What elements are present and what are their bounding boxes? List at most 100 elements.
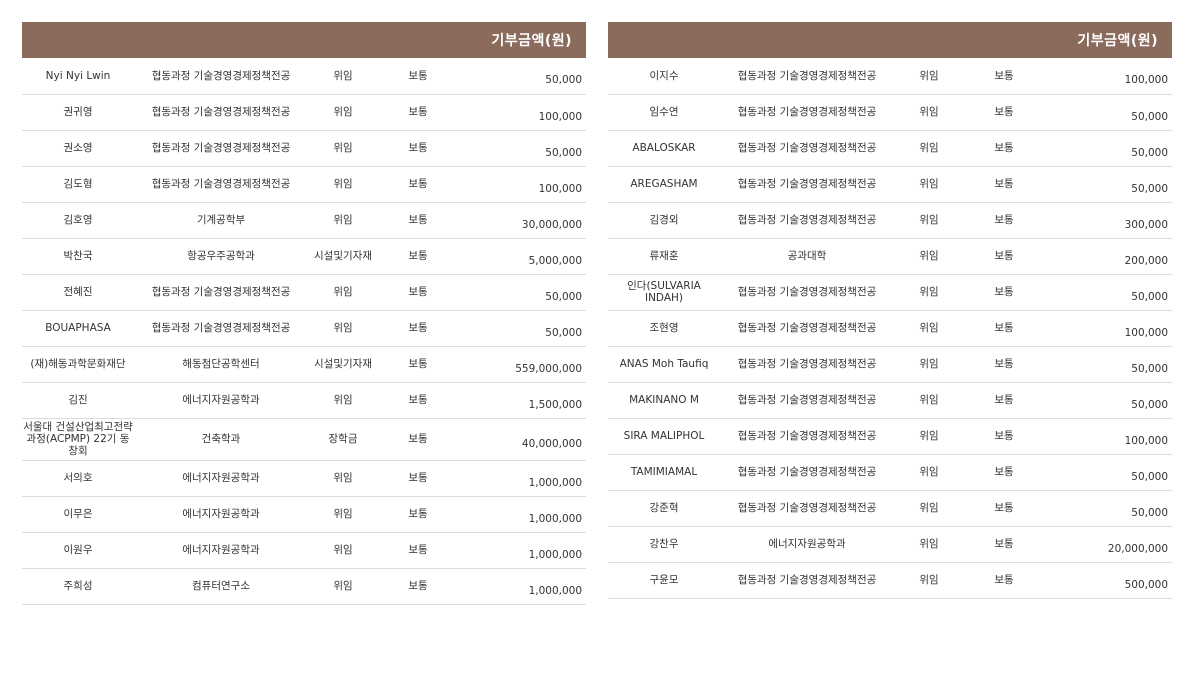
type-cell: 보통 <box>964 346 1044 383</box>
table-row: 임수연 협동과정 기술경영경제정책전공 위임 보통 50,000 <box>608 94 1173 131</box>
donor-name-cell: 구윤모 <box>608 562 720 599</box>
type-cell: 보통 <box>378 202 458 239</box>
type-cell: 보통 <box>964 526 1044 563</box>
donor-name-cell: Nyi Nyi Lwin <box>22 58 134 95</box>
department-cell: 협동과정 기술경영경제정책전공 <box>720 130 894 167</box>
donor-name-cell: 박찬국 <box>22 238 134 275</box>
type-cell: 보통 <box>964 130 1044 167</box>
amount-cell: 50,000 <box>458 58 587 95</box>
donor-name-cell: 조현영 <box>608 310 720 347</box>
amount-cell: 50,000 <box>458 310 587 347</box>
type-cell: 보통 <box>964 490 1044 527</box>
type-cell: 보통 <box>964 274 1044 311</box>
donor-name-cell: SIRA MALIPHOL <box>608 418 720 455</box>
amount-cell: 50,000 <box>1044 346 1173 383</box>
donor-name-cell: 김호영 <box>22 202 134 239</box>
donor-name-cell: 서의호 <box>22 460 134 497</box>
purpose-cell: 위임 <box>894 238 964 275</box>
table-row: 조현영 협동과정 기술경영경제정책전공 위임 보통 100,000 <box>608 310 1173 347</box>
table-row: 류재훈 공과대학 위임 보통 200,000 <box>608 238 1173 275</box>
department-cell: 에너지자원공학과 <box>134 382 308 419</box>
department-cell: 에너지자원공학과 <box>720 526 894 563</box>
amount-cell: 5,000,000 <box>458 238 587 275</box>
donor-name-cell: AREGASHAM <box>608 166 720 203</box>
purpose-cell: 위임 <box>894 418 964 455</box>
table-row: MAKINANO M 협동과정 기술경영경제정책전공 위임 보통 50,000 <box>608 382 1173 419</box>
purpose-cell: 시설및기자재 <box>308 346 378 383</box>
purpose-cell: 시설및기자재 <box>308 238 378 275</box>
type-cell: 보통 <box>378 532 458 569</box>
department-cell: 건축학과 <box>134 418 308 461</box>
department-cell: 협동과정 기술경영경제정책전공 <box>134 310 308 347</box>
donor-name-cell: 이지수 <box>608 58 720 95</box>
donor-name-cell: 이무은 <box>22 496 134 533</box>
table-row: 구윤모 협동과정 기술경영경제정책전공 위임 보통 500,000 <box>608 562 1173 599</box>
donor-name-cell: 권귀영 <box>22 94 134 131</box>
table-header-row: 기부금액(원) <box>608 22 1173 58</box>
table-row: 박찬국 항공우주공학과 시설및기자재 보통 5,000,000 <box>22 238 587 275</box>
purpose-cell: 위임 <box>308 130 378 167</box>
purpose-cell: 위임 <box>894 382 964 419</box>
table-row: (재)해동과학문화재단 해동첨단공학센터 시설및기자재 보통 559,000,000 <box>22 346 587 383</box>
purpose-cell: 위임 <box>894 490 964 527</box>
type-cell: 보통 <box>964 454 1044 491</box>
table-row: 김호영 기계공학부 위임 보통 30,000,000 <box>22 202 587 239</box>
type-cell: 보통 <box>964 310 1044 347</box>
type-cell: 보통 <box>378 274 458 311</box>
donor-name-cell: BOUAPHASA <box>22 310 134 347</box>
purpose-cell: 위임 <box>308 202 378 239</box>
purpose-cell: 위임 <box>308 532 378 569</box>
type-cell: 보통 <box>378 346 458 383</box>
donor-name-cell: 서울대 건설산업최고전략과정(ACPMP) 22기 동창회 <box>22 418 134 461</box>
department-cell: 에너지자원공학과 <box>134 460 308 497</box>
purpose-cell: 장학금 <box>308 418 378 461</box>
purpose-cell: 위임 <box>894 346 964 383</box>
purpose-cell: 위임 <box>308 58 378 95</box>
department-cell: 협동과정 기술경영경제정책전공 <box>720 202 894 239</box>
purpose-cell: 위임 <box>894 526 964 563</box>
amount-cell: 50,000 <box>1044 94 1173 131</box>
amount-cell: 1,000,000 <box>458 496 587 533</box>
table-row: 이지수 협동과정 기술경영경제정책전공 위임 보통 100,000 <box>608 58 1173 95</box>
donor-name-cell: 강준혁 <box>608 490 720 527</box>
donor-name-cell: 임수연 <box>608 94 720 131</box>
type-cell: 보통 <box>378 238 458 275</box>
amount-cell: 500,000 <box>1044 562 1173 599</box>
department-cell: 협동과정 기술경영경제정책전공 <box>720 58 894 95</box>
department-cell: 협동과정 기술경영경제정책전공 <box>134 94 308 131</box>
department-cell: 기계공학부 <box>134 202 308 239</box>
purpose-cell: 위임 <box>894 130 964 167</box>
type-cell: 보통 <box>964 562 1044 599</box>
department-cell: 협동과정 기술경영경제정책전공 <box>720 274 894 311</box>
amount-cell: 100,000 <box>458 166 587 203</box>
table-row: ABALOSKAR 협동과정 기술경영경제정책전공 위임 보통 50,000 <box>608 130 1173 167</box>
amount-cell: 1,000,000 <box>458 568 587 605</box>
type-cell: 보통 <box>378 568 458 605</box>
donor-name-cell: 전혜진 <box>22 274 134 311</box>
table-row: 김경외 협동과정 기술경영경제정책전공 위임 보통 300,000 <box>608 202 1173 239</box>
table-row: 서의호 에너지자원공학과 위임 보통 1,000,000 <box>22 460 587 497</box>
amount-cell: 50,000 <box>1044 382 1173 419</box>
donor-name-cell: MAKINANO M <box>608 382 720 419</box>
purpose-cell: 위임 <box>894 310 964 347</box>
table-row: 권소영 협동과정 기술경영경제정책전공 위임 보통 50,000 <box>22 130 587 167</box>
donor-name-cell: TAMIMIAMAL <box>608 454 720 491</box>
donor-name-cell: ANAS Moh Taufiq <box>608 346 720 383</box>
table-row: 권귀영 협동과정 기술경영경제정책전공 위임 보통 100,000 <box>22 94 587 131</box>
type-cell: 보통 <box>378 94 458 131</box>
department-cell: 협동과정 기술경영경제정책전공 <box>134 274 308 311</box>
amount-column-header: 기부금액(원) <box>608 22 1173 58</box>
donor-name-cell: 류재훈 <box>608 238 720 275</box>
amount-cell: 100,000 <box>1044 310 1173 347</box>
amount-cell: 300,000 <box>1044 202 1173 239</box>
donor-name-cell: 이원우 <box>22 532 134 569</box>
purpose-cell: 위임 <box>894 562 964 599</box>
type-cell: 보통 <box>964 166 1044 203</box>
department-cell: 에너지자원공학과 <box>134 496 308 533</box>
type-cell: 보통 <box>964 418 1044 455</box>
type-cell: 보통 <box>378 382 458 419</box>
amount-cell: 1,500,000 <box>458 382 587 419</box>
amount-cell: 200,000 <box>1044 238 1173 275</box>
type-cell: 보통 <box>378 418 458 461</box>
purpose-cell: 위임 <box>308 496 378 533</box>
